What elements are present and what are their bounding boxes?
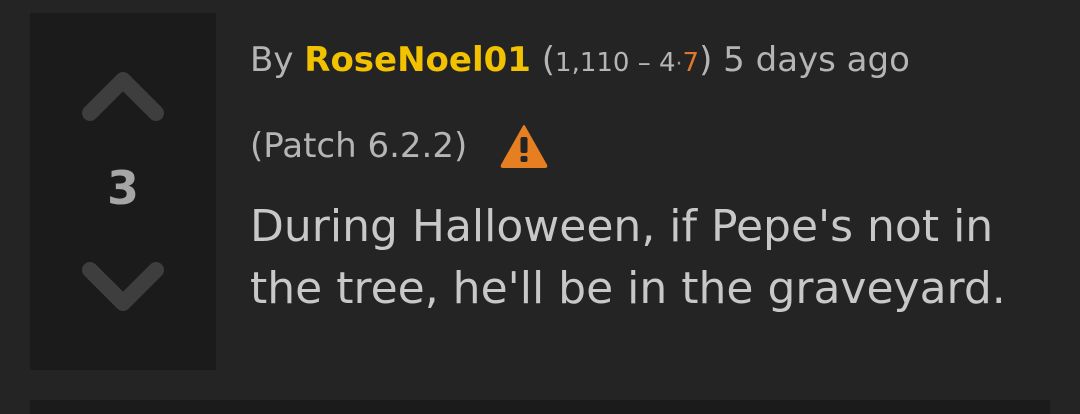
next-comment-card xyxy=(30,400,1050,414)
author-reputation: (1,110 – 4·7) xyxy=(542,40,713,80)
comment-timestamp: 5 days ago xyxy=(723,40,910,80)
reputation-open: ( xyxy=(541,40,556,80)
vote-score: 3 xyxy=(106,161,139,215)
chevron-up-icon xyxy=(82,72,164,121)
reputation-level-major: 4 xyxy=(659,48,676,78)
reputation-level-minor: 7 xyxy=(682,48,700,78)
patch-version: (Patch 6.2.2) xyxy=(250,126,468,166)
reputation-separator: – xyxy=(637,48,651,78)
comment-meta: By RoseNoel01 (1,110 – 4·7) 5 days ago xyxy=(250,36,1050,89)
patch-line: (Patch 6.2.2) xyxy=(250,122,1050,170)
comment-body: By RoseNoel01 (1,110 – 4·7) 5 days ago (… xyxy=(250,36,1050,320)
warning-triangle-icon[interactable] xyxy=(499,123,549,169)
chevron-down-icon xyxy=(82,262,164,311)
comment-text: During Halloween, if Pepe's not in the t… xyxy=(250,201,1006,314)
author-link[interactable]: RoseNoel01 xyxy=(304,40,531,80)
reputation-close: ) xyxy=(699,40,713,80)
upvote-button[interactable] xyxy=(78,65,168,125)
downvote-button[interactable] xyxy=(78,258,168,318)
byline-prefix: By xyxy=(250,40,294,80)
comment-page: 3 By RoseNoel01 (1,110 – 4·7) 5 days ago… xyxy=(0,0,1080,414)
vote-column: 3 xyxy=(30,13,216,370)
reputation-level-dot: · xyxy=(675,52,683,77)
reputation-points: 1,110 xyxy=(555,48,630,78)
